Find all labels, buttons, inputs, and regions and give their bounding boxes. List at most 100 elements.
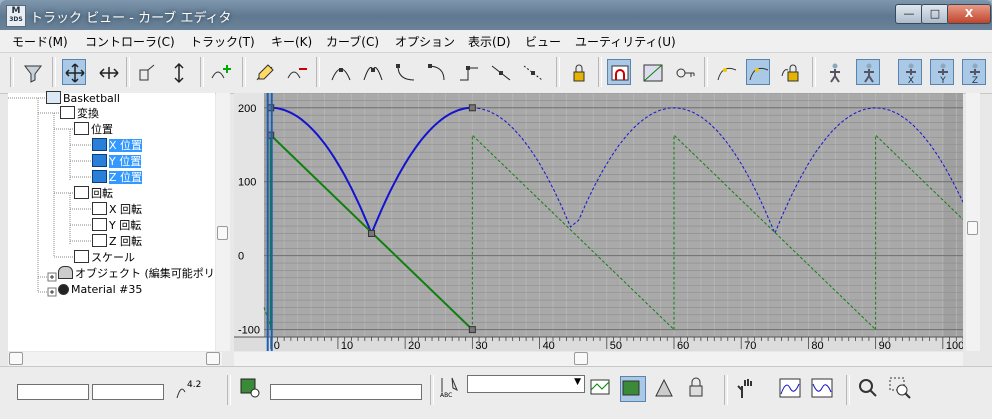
y-tick-label: 200 [238,103,256,115]
show-all-tangents-icon[interactable] [746,59,770,85]
tree-node-z-position[interactable]: Z 位置 [92,170,143,185]
move-keys-horizontal-icon[interactable] [96,59,120,85]
tangent-step-icon[interactable] [456,59,480,85]
tangent-fast-icon[interactable] [392,59,416,85]
menu-track[interactable]: トラック(T) [190,33,255,50]
app-icon[interactable]: M 3DS [6,5,26,27]
menu-mode[interactable]: モード(M) [12,33,68,50]
menu-key[interactable]: キー(K) [271,33,312,50]
filter-dropdown[interactable]: ▼ [467,375,585,393]
track-icon [92,218,107,231]
pan-hand-icon[interactable] [734,376,760,402]
parameter-curve-out-icon[interactable] [640,59,664,85]
tree-node-object[interactable]: オブジェクト (編集可能ポリゴ [58,266,226,281]
show-keyable-icon[interactable] [778,59,802,85]
biped-position-icon[interactable] [822,59,846,85]
biped-x-icon[interactable]: X [898,59,922,85]
value-field[interactable] [92,384,164,400]
tangent-auto-icon[interactable] [328,59,352,85]
graph-scrollbar[interactable] [966,93,980,351]
zoom-selected-icon[interactable] [238,376,264,402]
filter-selected-icon[interactable] [620,376,646,402]
app-icon-line1: M [11,6,21,16]
x-tick-label: 0 [274,340,280,351]
chevron-down-icon: ▼ [574,377,581,387]
tree-hscrollbar[interactable] [8,352,222,366]
menu-curve[interactable]: カーブ(C) [326,33,379,50]
filter-icon[interactable] [20,59,44,85]
track-icon [92,138,107,151]
svg-text:Y: Y [939,76,946,84]
tangent-smooth-icon[interactable] [520,59,544,85]
menu-options[interactable]: オプション [395,33,455,50]
tree-hscroll-thumb-left[interactable] [9,352,23,365]
lock-tangents-icon[interactable] [566,59,590,85]
tree-node-rotation[interactable]: 回転 [74,186,113,201]
lock-selection-icon[interactable] [714,59,738,85]
material-icon [58,284,69,295]
slide-keys-icon[interactable] [134,59,158,85]
menu-view[interactable]: ビュー [525,33,561,50]
add-keys-icon[interactable] [208,59,232,85]
biped-y-icon[interactable]: Y [930,59,954,85]
zoom-icon[interactable] [856,376,882,402]
snap-value-icon[interactable]: 4.2 [175,376,201,402]
move-keys-icon[interactable] [62,59,86,85]
tree-node-x-rotation[interactable]: X 回転 [92,202,142,217]
close-button[interactable]: X [947,4,991,24]
edit-text-icon[interactable]: ABC [438,376,464,402]
lock-curve-icon[interactable] [684,376,710,402]
time-field[interactable] [17,384,89,400]
tree-node-y-position[interactable]: Y 位置 [92,154,142,169]
reduce-keys-icon[interactable] [284,59,308,85]
menu-controller[interactable]: コントローラ(C) [85,33,175,50]
snap-frames-icon[interactable] [607,59,631,85]
scale-values-icon[interactable] [166,59,190,85]
status-separator [430,375,434,405]
tree-node-z-rotation[interactable]: Z 回転 [92,234,142,249]
draw-curves-icon[interactable] [252,59,276,85]
maximize-button[interactable]: □ [921,4,949,24]
tree-node-scale[interactable]: スケール [74,250,135,265]
tangent-slow-icon[interactable] [424,59,448,85]
tangent-custom-icon[interactable] [360,59,384,85]
toolbar-separator [812,57,816,87]
tangent-linear-icon[interactable] [488,59,512,85]
zoom-region-icon[interactable] [888,376,914,402]
title-bar[interactable]: M 3DS トラック ビュー - カーブ エディタ — □ X [0,0,992,30]
menu-display[interactable]: 表示(D) [468,33,511,50]
biped-z-icon[interactable]: Z [962,59,986,85]
tree-label: 位置 [91,123,113,136]
x-tick-label: 80 [811,340,823,351]
tree-hscroll-thumb-right[interactable] [206,352,220,365]
track-icon [92,154,107,167]
tree-scroll-thumb[interactable] [217,226,228,240]
controller-tree[interactable]: Basketball 変換 位置 X 位置 Y 位置 Z 位置 回転 X 回転 … [8,91,226,351]
toolbar-separator [52,57,56,87]
graph-hscrollbar[interactable] [234,352,963,366]
menu-utilities[interactable]: ユーティリティ(U) [575,33,676,50]
tree-scrollbar[interactable] [216,93,230,351]
graph-hscroll-thumb[interactable] [574,352,588,365]
tree-node-transform[interactable]: 変換 [60,106,99,121]
status-separator [724,375,728,405]
filter-curves-icon[interactable] [589,376,615,402]
show-tangents-icon[interactable] [672,59,696,85]
minimize-button[interactable]: — [895,4,923,24]
frame-horizontal-icon[interactable] [778,376,804,402]
curve-graph-svg[interactable]: -100 0 100 200 0 10 20 30 40 50 60 70 80 90 100 [234,92,964,352]
track-name-field[interactable] [270,384,422,400]
tree-node-basketball[interactable]: Basketball [46,91,120,106]
key-point [368,229,376,237]
curve-editor-graph[interactable]: -100 0 100 200 0 10 20 30 40 50 60 70 80 90 100 [234,92,964,352]
status-separator [227,375,231,405]
tree-node-y-rotation[interactable]: Y 回転 [92,218,141,233]
tree-node-material[interactable]: Material #35 [58,282,142,297]
tree-node-x-position[interactable]: X 位置 [92,138,143,153]
graph-scroll-thumb[interactable] [967,221,978,235]
isolate-curve-icon[interactable] [652,376,678,402]
tree-node-position[interactable]: 位置 [74,122,113,137]
toolbar-separator [598,57,602,87]
biped-rotation-icon[interactable] [856,59,880,85]
frame-values-icon[interactable] [810,376,836,402]
